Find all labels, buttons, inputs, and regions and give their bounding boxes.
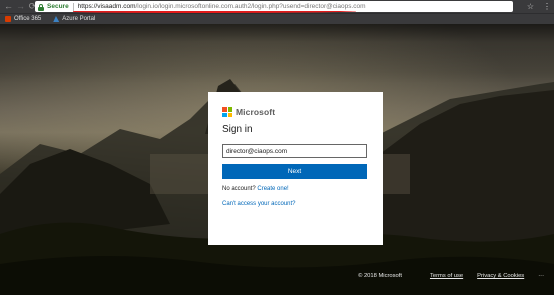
url-host: visaadm.com: [97, 3, 136, 10]
azure-icon: [53, 16, 60, 22]
page-footer: © 2018 Microsoft Terms of use Privacy & …: [358, 273, 544, 279]
no-account-text: No account?: [222, 186, 256, 192]
office365-icon: [5, 16, 11, 22]
back-icon[interactable]: ←: [4, 0, 13, 13]
secure-label: Secure: [47, 3, 69, 10]
privacy-link[interactable]: Privacy & Cookies: [477, 273, 524, 279]
browser-menu-icon[interactable]: ⋮: [543, 2, 551, 11]
browser-actions: ☆ ⋮: [527, 0, 551, 13]
copyright-text: © 2018 Microsoft: [358, 273, 402, 279]
url-path: /login.io/login.microsoftonline.com.auth…: [135, 3, 366, 10]
create-account-link[interactable]: Create one!: [257, 186, 288, 192]
email-field[interactable]: director@ciaops.com: [222, 144, 367, 158]
url-prefix: https://: [77, 3, 98, 10]
bookmark-office365[interactable]: Office 365: [5, 16, 41, 22]
lock-icon: [38, 3, 44, 11]
bookmark-label: Office 365: [14, 16, 42, 22]
url-text: https://visaadm.com/login.io/login.micro…: [78, 3, 366, 10]
signin-card: Microsoft Sign in director@ciaops.com Ne…: [208, 92, 383, 245]
signin-title: Sign in: [222, 124, 253, 135]
bookmark-label: Azure Portal: [62, 16, 96, 22]
forward-icon[interactable]: →: [16, 0, 25, 13]
more-options-icon[interactable]: ···: [538, 273, 544, 279]
bookmarks-bar: Office 365 Azure Portal: [0, 13, 554, 24]
cant-access-link[interactable]: Can't access your account?: [222, 201, 369, 207]
bookmark-star-icon[interactable]: ☆: [527, 2, 534, 11]
address-bar: ← → ⟳ Secure https://visaadm.com/login.i…: [0, 0, 554, 13]
bookmark-azure-portal[interactable]: Azure Portal: [53, 16, 95, 22]
microsoft-grid-icon: [222, 107, 232, 117]
next-button[interactable]: Next: [222, 164, 367, 179]
no-account-line: No account? Create one!: [222, 186, 369, 192]
brand-name: Microsoft: [236, 107, 276, 117]
microsoft-logo: Microsoft: [222, 107, 369, 117]
terms-link[interactable]: Terms of use: [430, 273, 463, 279]
